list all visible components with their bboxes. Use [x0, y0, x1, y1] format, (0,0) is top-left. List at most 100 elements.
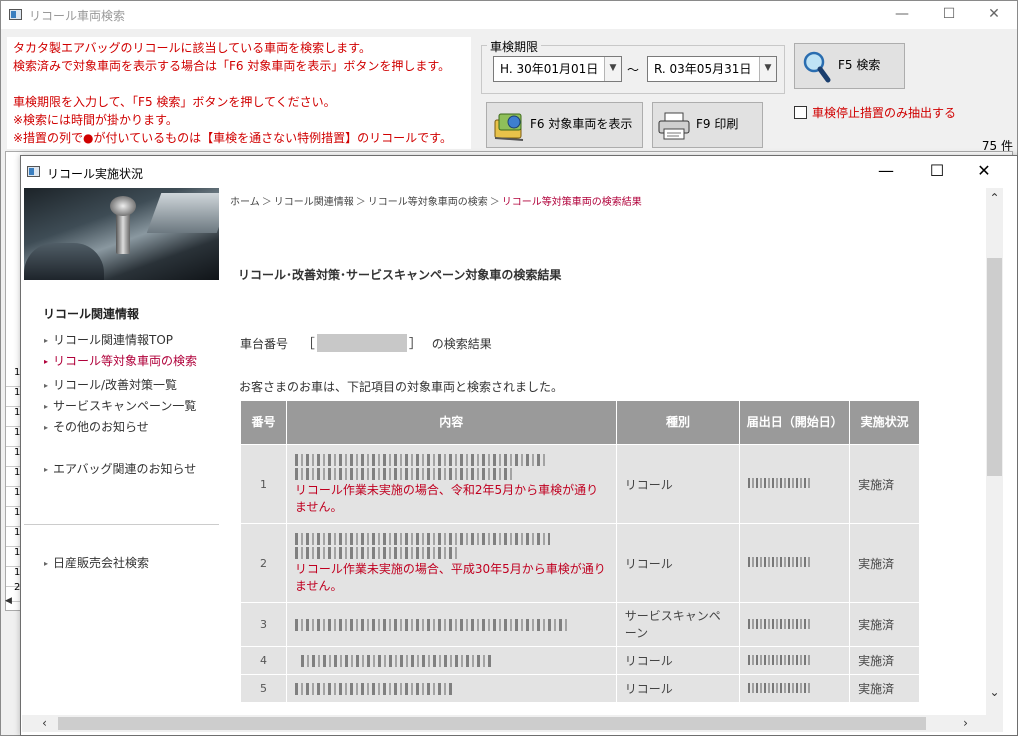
- sidebar-divider: [24, 524, 219, 525]
- sidebar-item-label: その他のお知らせ: [53, 420, 149, 434]
- table-row: 4 リコール 実施済: [240, 646, 920, 675]
- dialog-minimize-icon[interactable]: —: [863, 156, 909, 188]
- vin-suffix: の検索結果: [431, 337, 492, 351]
- row-status: 実施済: [849, 523, 920, 603]
- instruction-notice: タカタ製エアバッグのリコールに該当している車両を検索します。 検索済みで対象車両…: [7, 37, 471, 149]
- show-vehicles-button[interactable]: F6 対象車両を表示: [486, 102, 643, 148]
- row-type: サービスキャンペーン: [615, 602, 741, 647]
- notice-line: ※検索には時間が掛かります。: [13, 113, 178, 127]
- chevron-right-icon: ▸: [44, 357, 49, 366]
- notice-line: 車検期限を入力して、「F5 検索」ボタンを押してください。: [13, 95, 336, 109]
- redacted-date: [748, 618, 811, 629]
- vertical-scroll-thumb[interactable]: [987, 258, 1002, 476]
- stop-measure-label[interactable]: 車検停止措置のみ抽出する: [812, 104, 956, 121]
- redacted-text: [294, 454, 545, 466]
- search-button[interactable]: F5 検索: [794, 43, 905, 89]
- date-from-picker[interactable]: H. 30年01月01日 ▼: [493, 56, 622, 82]
- app-icon: [9, 9, 22, 20]
- header-car-interior-image: [24, 188, 219, 280]
- period-label: 車検期限: [487, 38, 542, 55]
- dialog-maximize-icon[interactable]: ☐: [914, 156, 960, 188]
- stop-measure-checkbox[interactable]: [794, 106, 807, 119]
- redacted-text: [294, 618, 570, 631]
- scroll-left-icon[interactable]: ‹: [36, 715, 53, 732]
- sidebar-item-recall-list[interactable]: ▸ リコール/改善対策一覧: [44, 376, 177, 393]
- row-date: [739, 523, 851, 603]
- minimize-icon[interactable]: —: [879, 1, 925, 29]
- chevron-right-icon: ▸: [44, 559, 49, 568]
- dialog-titlebar: リコール実施状況 — ☐ ✕: [21, 156, 1017, 188]
- vin-bracket-close: ］: [408, 337, 422, 352]
- chevron-right-icon: ▸: [44, 402, 49, 411]
- horizontal-scrollbar[interactable]: ‹ ›: [22, 715, 1003, 732]
- dialog-close-icon[interactable]: ✕: [961, 156, 1007, 188]
- redacted-date: [748, 478, 811, 488]
- sidebar-item-vehicle-search[interactable]: ▸ リコール等対象車両の検索: [44, 352, 197, 369]
- page-title: リコール･改善対策･サービスキャンペーン対象車の検索結果: [238, 268, 562, 282]
- grid-scroll-left-icon[interactable]: ◀: [5, 596, 21, 610]
- sidebar-item-label: サービスキャンペーン一覧: [53, 399, 197, 413]
- date-from-value: H. 30年01月01日: [500, 62, 599, 76]
- chevron-down-icon[interactable]: ▼: [759, 57, 776, 81]
- notice-line: 検索済みで対象車両を表示する場合は「F6 対象車両を表示」ボタンを押します。: [13, 59, 451, 73]
- sidebar-item-airbag-notices[interactable]: ▸ エアバッグ関連のお知らせ: [44, 460, 196, 477]
- redacted-text: [294, 468, 515, 480]
- breadcrumb-recall-info[interactable]: リコール関連情報: [274, 197, 354, 208]
- vehicles-icon: [494, 113, 524, 141]
- breadcrumb-home[interactable]: ホーム: [230, 197, 260, 208]
- scroll-down-icon[interactable]: ⌄: [986, 684, 1003, 701]
- scroll-right-icon[interactable]: ›: [957, 715, 974, 732]
- sidebar-item-dealer-search[interactable]: ▸ 日産販売会社検索: [44, 554, 149, 571]
- header-status: 実施状況: [849, 400, 920, 445]
- row-status: 実施済: [849, 602, 920, 647]
- main-window: リコール車両検索 — ☐ ✕ タカタ製エアバッグのリコールに該当している車両を検…: [0, 0, 1018, 736]
- sidebar-item-label: エアバッグ関連のお知らせ: [53, 462, 197, 476]
- chevron-right-icon: ▸: [44, 465, 49, 474]
- row-content: [285, 602, 617, 647]
- vin-line: 車台番号 ［ ］ の検索結果: [240, 333, 492, 352]
- row-status: 実施済: [849, 646, 920, 675]
- date-to-value: R. 03年05月31日: [654, 62, 752, 76]
- row-type: リコール: [615, 674, 741, 703]
- table-row: 1 リコール作業未実施の場合、令和2年5月から車検が通りません。 リコール 実施…: [240, 444, 920, 524]
- row-content: [285, 674, 617, 703]
- scroll-up-icon[interactable]: ⌃: [986, 190, 1003, 207]
- found-message: お客さまのお車は、下記項目の対象車両と検索されました。: [239, 380, 564, 394]
- redacted-text: [300, 654, 491, 667]
- vertical-scrollbar[interactable]: ⌃ ⌄: [986, 188, 1003, 715]
- print-button[interactable]: F9 印刷: [652, 102, 763, 148]
- sidebar-item-campaign-list[interactable]: ▸ サービスキャンペーン一覧: [44, 397, 196, 414]
- horizontal-scroll-thumb[interactable]: [58, 717, 926, 730]
- chevron-right-icon: ▸: [44, 381, 49, 390]
- table-row: 2 リコール作業未実施の場合、平成30年5月から車検が通りません。 リコール 実…: [240, 523, 920, 603]
- row-date: [739, 646, 851, 675]
- print-button-label: F9 印刷: [696, 117, 739, 131]
- sidebar-heading: リコール関連情報: [43, 307, 140, 321]
- show-vehicles-label: F6 対象車両を表示: [530, 117, 633, 131]
- row-number: 2: [240, 523, 287, 603]
- result-table: 番号 内容 種別 届出日（開始日） 実施状況 1 リコール作業未実施の場合、令和…: [240, 400, 920, 703]
- printer-icon: [658, 112, 690, 140]
- web-content: リコール関連情報 ▸ リコール関連情報TOP ▸ リコール等対象車両の検索 ▸ リコー…: [22, 188, 986, 715]
- header-number: 番号: [240, 400, 287, 445]
- row-note: リコール作業未実施の場合、平成30年5月から車検が通りません。: [294, 562, 606, 593]
- row-number: 5: [240, 674, 287, 703]
- vin-redacted: [316, 334, 407, 352]
- close-icon[interactable]: ✕: [971, 1, 1017, 29]
- breadcrumb-vehicle-search[interactable]: リコール等対象車両の検索: [368, 197, 488, 208]
- dialog-app-icon: [27, 166, 40, 177]
- vin-bracket-open: ［: [301, 337, 315, 352]
- notice-line: [13, 75, 465, 93]
- redacted-date: [748, 557, 811, 567]
- row-content: [285, 646, 617, 675]
- row-date: [739, 444, 851, 524]
- row-type: リコール: [615, 444, 741, 524]
- maximize-icon[interactable]: ☐: [926, 1, 972, 29]
- chevron-right-icon: ▸: [44, 423, 49, 432]
- sidebar-item-recall-top[interactable]: ▸ リコール関連情報TOP: [44, 331, 173, 348]
- date-to-picker[interactable]: R. 03年05月31日 ▼: [647, 56, 777, 82]
- chevron-down-icon[interactable]: ▼: [604, 57, 621, 81]
- dialog-title: リコール実施状況: [47, 167, 144, 181]
- row-content: リコール作業未実施の場合、令和2年5月から車検が通りません。: [285, 444, 617, 524]
- sidebar-item-other-notices[interactable]: ▸ その他のお知らせ: [44, 418, 149, 435]
